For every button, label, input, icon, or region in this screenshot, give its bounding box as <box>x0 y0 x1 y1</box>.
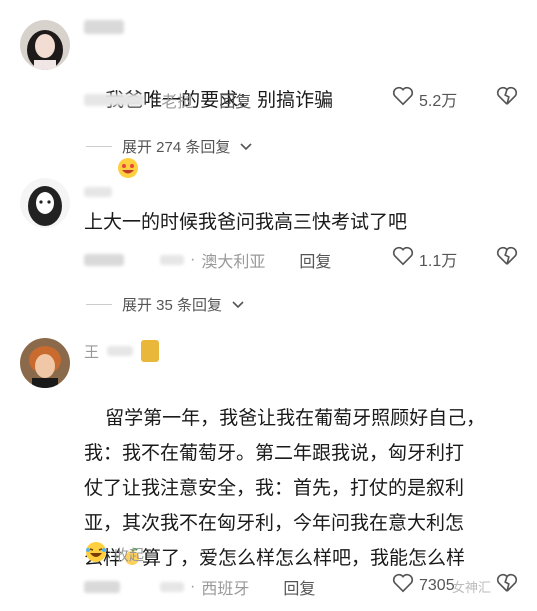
chevron-down-icon <box>232 296 244 313</box>
username-blurred[interactable] <box>84 184 112 201</box>
location: 西班牙 <box>201 581 250 598</box>
username-blurred[interactable] <box>84 20 124 38</box>
broken-heart-icon <box>496 86 518 110</box>
location: 老挝 <box>161 94 194 111</box>
laughing-emoji-icon <box>84 540 108 568</box>
avatar[interactable] <box>20 20 70 70</box>
watermark: 女神汇 <box>452 580 492 595</box>
comment-meta: · 西班牙 回复 <box>84 575 315 599</box>
like-count: 1.1万 <box>419 252 458 270</box>
location: 澳大利亚 <box>201 254 266 271</box>
collapse-button[interactable]: 收起 <box>84 540 144 568</box>
expand-replies-button[interactable]: 展开 274 条回复 <box>86 136 252 157</box>
dislike-button[interactable] <box>496 573 518 598</box>
comment-meta: · 老挝 回复 <box>84 88 251 112</box>
reply-button[interactable]: 回复 <box>299 248 331 272</box>
avatar[interactable] <box>20 178 70 228</box>
reply-button[interactable]: 回复 <box>219 88 251 112</box>
expand-replies-button[interactable]: 展开 35 条回复 <box>86 294 244 315</box>
like-count: 5.2万 <box>419 92 458 110</box>
like-button[interactable]: 5.2万 <box>392 86 457 111</box>
comment-text: 上大一的时候我爸问我高三快考试了吧 <box>84 212 408 233</box>
heart-icon <box>392 573 414 598</box>
like-button[interactable]: 1.1万 <box>392 246 457 271</box>
top-clipped-text: ·· ·· ··· <box>0 0 537 8</box>
broken-heart-icon <box>496 573 518 597</box>
like-button[interactable]: 7305 <box>392 573 455 598</box>
username[interactable]: 王 <box>84 340 160 362</box>
chevron-down-icon <box>240 138 252 155</box>
dislike-button[interactable] <box>496 246 518 271</box>
avatar[interactable] <box>20 338 70 388</box>
reply-button[interactable]: 回复 <box>283 575 315 599</box>
badge-icon <box>141 340 160 362</box>
like-count: 7305 <box>419 576 455 594</box>
comment-meta: · 澳大利亚 回复 <box>84 248 331 272</box>
dislike-button[interactable] <box>496 86 518 111</box>
heart-icon <box>392 246 414 271</box>
broken-heart-icon <box>496 246 518 270</box>
heart-icon <box>392 86 414 111</box>
